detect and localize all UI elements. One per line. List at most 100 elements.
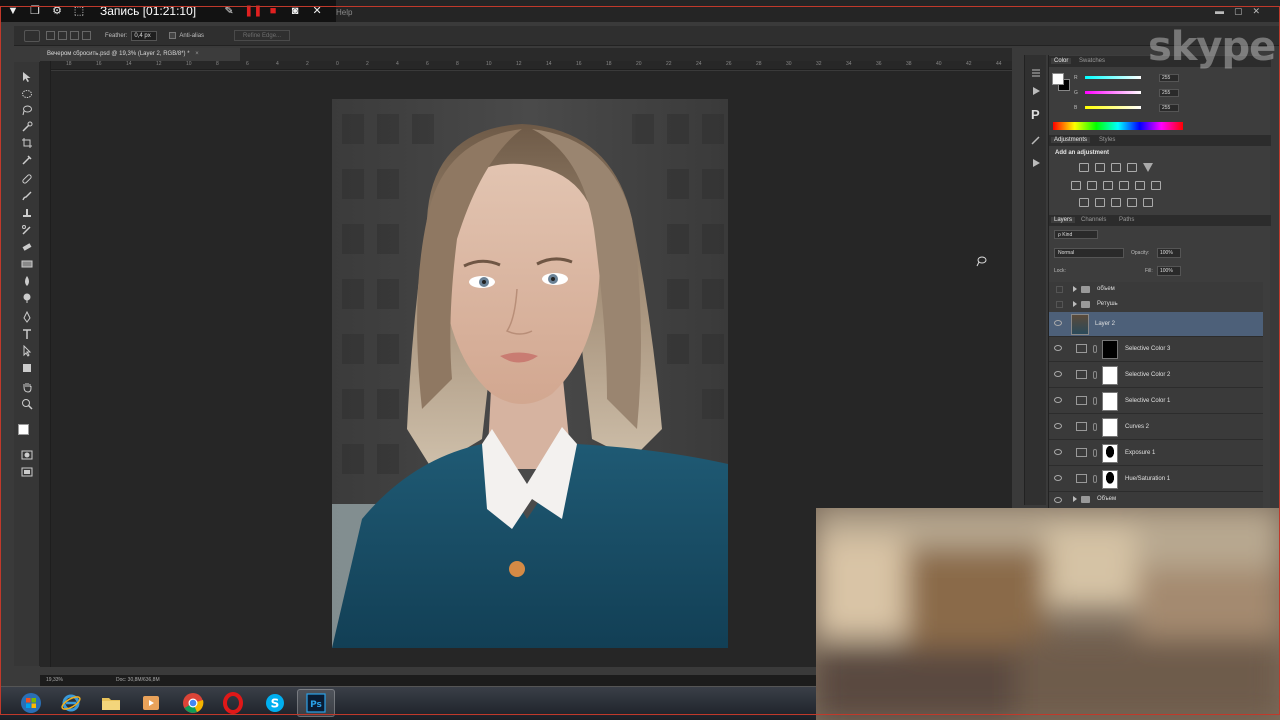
hand-tool-icon[interactable] xyxy=(21,380,33,393)
marquee-tool-icon[interactable] xyxy=(21,87,33,99)
gradient-icon[interactable] xyxy=(21,257,33,269)
hue-saturation-icon[interactable] xyxy=(1071,181,1081,190)
close-window-icon[interactable]: ✕ xyxy=(1252,6,1260,17)
subtract-selection-icon[interactable] xyxy=(70,31,79,40)
fill-input[interactable]: 100% xyxy=(1157,266,1181,276)
exposure-icon[interactable] xyxy=(1127,163,1137,172)
tab-layers[interactable]: Layers xyxy=(1051,217,1076,223)
eye-icon[interactable] xyxy=(1054,449,1062,455)
portrait-photo[interactable] xyxy=(332,99,728,648)
menu-arrow-icon[interactable]: ▼ xyxy=(6,4,20,18)
layer-group[interactable]: объем xyxy=(1049,283,1263,297)
settings-icon[interactable]: ⚙ xyxy=(50,4,64,18)
selective-color-icon[interactable] xyxy=(1127,198,1137,207)
eye-icon[interactable] xyxy=(1054,475,1062,481)
refine-edge-button[interactable]: Refine Edge... xyxy=(234,30,291,41)
expand-arrow-icon[interactable] xyxy=(1073,286,1077,292)
vibrance-icon[interactable] xyxy=(1143,163,1153,172)
shape-tool-icon[interactable] xyxy=(21,361,33,373)
foreground-color-swatch[interactable] xyxy=(18,424,29,435)
opacity-input[interactable]: 100% xyxy=(1157,248,1181,258)
feather-input[interactable]: 0,4 px xyxy=(131,30,158,41)
lasso-tool-icon[interactable] xyxy=(21,103,33,116)
paragraph-panel-icon[interactable]: P xyxy=(1031,107,1040,122)
history-brush-icon[interactable] xyxy=(21,223,33,235)
stop-icon[interactable]: ■ xyxy=(266,4,280,18)
curves-icon[interactable] xyxy=(1111,163,1121,172)
fullscreen-icon[interactable]: ⬚ xyxy=(72,4,86,18)
channel-mixer-icon[interactable] xyxy=(1135,181,1145,190)
pen-tool-icon[interactable] xyxy=(21,310,33,323)
eye-icon[interactable] xyxy=(1054,423,1062,429)
brightness-contrast-icon[interactable] xyxy=(1079,163,1089,172)
dodge-tool-icon[interactable] xyxy=(21,291,33,303)
layer-row[interactable]: Curves 2 xyxy=(1049,415,1263,440)
gradient-map-icon[interactable] xyxy=(1143,198,1153,207)
expand-arrow-icon[interactable] xyxy=(1073,301,1077,307)
tab-adjustments[interactable]: Adjustments xyxy=(1051,137,1091,143)
eye-icon[interactable] xyxy=(1054,320,1062,326)
layer-group[interactable]: Ретушь xyxy=(1049,298,1263,312)
layer-row-selected[interactable]: Layer 2 xyxy=(1049,312,1263,337)
tab-channels[interactable]: Channels xyxy=(1081,217,1106,223)
new-selection-icon[interactable] xyxy=(46,31,55,40)
history-panel-icon[interactable] xyxy=(1030,65,1042,77)
healing-brush-icon[interactable] xyxy=(21,172,33,184)
internet-explorer-icon[interactable] xyxy=(52,689,90,717)
add-selection-icon[interactable] xyxy=(58,31,67,40)
photoshop-icon[interactable]: Ps xyxy=(297,689,335,717)
tool-presets-icon[interactable] xyxy=(1030,133,1042,145)
opera-icon[interactable] xyxy=(214,689,252,717)
blue-value[interactable]: 255 xyxy=(1159,103,1179,112)
blur-tool-icon[interactable] xyxy=(21,274,33,286)
red-slider[interactable]: R 255 xyxy=(1074,73,1179,82)
layer-row[interactable]: Hue/Saturation 1 xyxy=(1049,467,1263,492)
black-white-icon[interactable] xyxy=(1103,181,1113,190)
eyedropper-icon[interactable] xyxy=(21,153,33,165)
color-spectrum-ramp[interactable] xyxy=(1053,122,1183,130)
expand-arrow-icon[interactable] xyxy=(1073,496,1077,502)
restore-icon[interactable]: ❐ xyxy=(28,4,42,18)
eraser-icon[interactable] xyxy=(21,240,33,252)
eye-icon[interactable] xyxy=(1054,371,1062,377)
tab-styles[interactable]: Styles xyxy=(1099,137,1115,143)
posterize-icon[interactable] xyxy=(1095,198,1105,207)
eye-icon[interactable] xyxy=(1054,497,1062,503)
visibility-toggle[interactable] xyxy=(1056,301,1063,308)
foreground-swatch[interactable] xyxy=(1052,73,1064,85)
anti-alias-checkbox[interactable] xyxy=(169,32,177,39)
zoom-tool-icon[interactable] xyxy=(21,397,33,410)
tab-color[interactable]: Color xyxy=(1051,58,1072,64)
color-lookup-icon[interactable] xyxy=(1151,181,1161,190)
zoom-level[interactable]: 19,33% xyxy=(46,677,63,683)
green-value[interactable]: 255 xyxy=(1159,88,1179,97)
windows-start-icon[interactable] xyxy=(12,689,50,717)
levels-icon[interactable] xyxy=(1095,163,1105,172)
layer-row[interactable]: Selective Color 2 xyxy=(1049,363,1263,388)
intersect-selection-icon[interactable] xyxy=(82,31,91,40)
eye-icon[interactable] xyxy=(1054,345,1062,351)
actions-panel-icon[interactable] xyxy=(1030,83,1042,95)
document-tab[interactable]: Вечером сбросить.psd @ 19,3% (Layer 2, R… xyxy=(40,48,240,61)
path-selection-icon[interactable] xyxy=(21,344,33,357)
media-player-icon[interactable] xyxy=(132,689,170,717)
blend-mode-dropdown[interactable]: Normal xyxy=(1054,248,1124,258)
invert-icon[interactable] xyxy=(1079,198,1089,207)
layer-row[interactable]: Exposure 1 xyxy=(1049,441,1263,466)
close-icon[interactable]: ✕ xyxy=(310,4,324,18)
threshold-icon[interactable] xyxy=(1111,198,1121,207)
type-tool-icon[interactable] xyxy=(21,327,33,339)
maximize-icon[interactable]: ▢ xyxy=(1234,6,1243,17)
color-balance-icon[interactable] xyxy=(1087,181,1097,190)
green-slider[interactable]: G 255 xyxy=(1074,88,1179,97)
lasso-icon[interactable] xyxy=(24,29,40,42)
layer-row[interactable]: Selective Color 1 xyxy=(1049,389,1263,414)
layer-row[interactable]: Selective Color 3 xyxy=(1049,337,1263,362)
crop-tool-icon[interactable] xyxy=(21,136,33,148)
document-tab-close[interactable]: × xyxy=(195,51,199,57)
photo-filter-icon[interactable] xyxy=(1119,181,1129,190)
layer-filter-dropdown[interactable]: ρ Kind xyxy=(1054,230,1098,239)
brush-tool-icon[interactable] xyxy=(21,189,33,201)
pause-icon[interactable]: ❚❚ xyxy=(244,4,262,18)
tab-paths[interactable]: Paths xyxy=(1119,217,1134,223)
